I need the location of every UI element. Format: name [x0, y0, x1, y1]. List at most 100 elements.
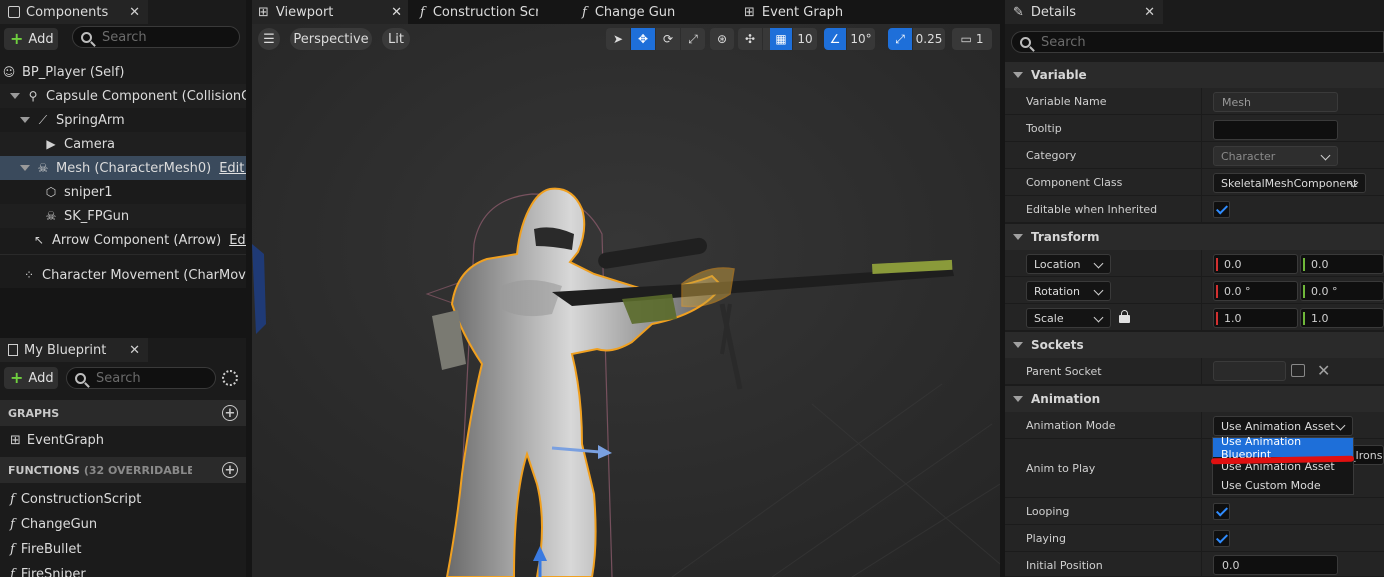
tab-construction-script[interactable]: f Construction Script [414, 0, 570, 24]
rotation-y-input[interactable]: 0.0 ° [1300, 281, 1384, 301]
capsule-icon: ⚲ [28, 89, 38, 103]
movement-icon: ⁘ [23, 268, 35, 282]
y-axis-marker [1303, 285, 1305, 298]
my-blueprint-search-input[interactable]: Search [66, 367, 216, 389]
tab-event-graph[interactable]: ⊞ Event Graph [738, 0, 894, 24]
row-label: Component Class [1026, 176, 1123, 189]
edit-in-cpp-link[interactable]: Edit in C++ [219, 161, 246, 176]
parent-socket-input[interactable] [1213, 361, 1286, 381]
close-icon[interactable]: ✕ [391, 5, 402, 20]
camera-speed-label: 1 [975, 32, 984, 46]
editable-inherited-checkbox[interactable] [1213, 201, 1230, 218]
add-function-icon[interactable]: + [222, 462, 238, 478]
rotation-snap-icon[interactable]: ∠ [824, 28, 846, 50]
tab-details[interactable]: ✎ Details ✕ [1005, 0, 1163, 24]
category-combobox[interactable]: Character [1213, 146, 1338, 166]
graph-item-eventgraph[interactable]: ⊞ EventGraph [0, 428, 246, 452]
expand-arrow-icon[interactable] [10, 93, 20, 99]
divider [1201, 196, 1202, 222]
tab-components[interactable]: Components ✕ [0, 0, 148, 24]
scale-snap-value[interactable]: 0.25 [913, 28, 945, 50]
tree-item-springarm[interactable]: ⟋ SpringArm [0, 108, 246, 132]
row-label: Playing [1026, 532, 1066, 545]
tree-item-capsule[interactable]: ⚲ Capsule Component (CollisionCylinder) [0, 84, 246, 108]
add-blueprint-item-button[interactable]: + Add [4, 367, 58, 389]
tree-item-camera[interactable]: ▶ Camera [0, 132, 246, 156]
hamburger-menu-icon[interactable]: ☰ [258, 28, 280, 50]
location-y-input[interactable]: 0.0 [1300, 254, 1384, 274]
components-search-input[interactable]: Search [72, 26, 240, 48]
add-component-button[interactable]: + Add [4, 28, 58, 50]
scale-tool-icon[interactable]: ⤢ [681, 28, 705, 50]
scale-snap-icon[interactable]: ⤢ [888, 28, 912, 50]
perspective-button[interactable]: Perspective [290, 28, 372, 50]
scale-mode-combobox[interactable]: Scale [1026, 308, 1111, 328]
tree-item-self[interactable]: ☺ BP_Player (Self) [0, 60, 246, 84]
component-class-combobox[interactable]: SkeletalMeshComponent [1213, 173, 1366, 193]
tab-viewport[interactable]: ⊞ Viewport ✕ [252, 0, 408, 24]
select-tool-icon[interactable]: ➤ [606, 28, 630, 50]
tab-my-blueprint[interactable]: My Blueprint ✕ [0, 338, 148, 362]
option-use-custom-mode[interactable]: Use Custom Mode [1213, 476, 1353, 495]
function-icon: f [10, 491, 15, 507]
scale-y-input[interactable]: 1.0 [1300, 308, 1384, 328]
section-animation[interactable]: Animation [1005, 386, 1384, 412]
rotation-mode-combobox[interactable]: Rotation [1026, 281, 1111, 301]
animation-mode-combobox[interactable]: Use Animation Asset [1213, 416, 1353, 436]
rotate-tool-icon[interactable]: ⟳ [656, 28, 680, 50]
world-local-icon[interactable]: ⊛ [710, 28, 734, 50]
function-item[interactable]: f ConstructionScript [0, 487, 246, 511]
gear-icon[interactable] [222, 370, 238, 386]
browse-socket-icon[interactable] [1291, 364, 1305, 377]
row-label: Animation Mode [1026, 419, 1116, 432]
viewport-scene[interactable] [252, 24, 1000, 577]
function-item[interactable]: f ChangeGun [0, 512, 246, 536]
functions-section-header[interactable]: FUNCTIONS (32 OVERRIDABLE) + [0, 457, 246, 483]
lit-button[interactable]: Lit [382, 28, 410, 50]
translate-tool-icon[interactable]: ✥ [631, 28, 655, 50]
add-graph-icon[interactable]: + [222, 405, 238, 421]
location-x-input[interactable]: 0.0 [1213, 254, 1298, 274]
section-variable[interactable]: Variable [1005, 62, 1384, 88]
close-icon[interactable]: ✕ [129, 343, 140, 358]
close-icon[interactable]: ✕ [1144, 5, 1155, 20]
tree-item-arrow[interactable]: ↖ Arrow Component (Arrow) Edit in C++ [0, 228, 246, 252]
viewport-icon: ⊞ [258, 4, 269, 20]
function-item[interactable]: f FireSniper [0, 562, 246, 577]
tree-item-mesh[interactable]: ☠ Mesh (CharacterMesh0) Edit in C++ [0, 156, 246, 180]
tree-item-sniper1[interactable]: ⬡ sniper1 [0, 180, 246, 204]
surface-snap-icon[interactable]: ✣ [738, 28, 762, 50]
tab-label: Viewport [275, 4, 334, 20]
graphs-section-header[interactable]: GRAPHS + [0, 400, 246, 426]
playing-checkbox[interactable] [1213, 530, 1230, 547]
clear-icon[interactable]: ✕ [1317, 361, 1330, 380]
location-mode-combobox[interactable]: Location [1026, 254, 1111, 274]
details-search-input[interactable]: Search [1011, 31, 1384, 53]
tree-item-character-movement[interactable]: ⁘ Character Movement (CharMoveComp) [0, 263, 246, 287]
tree-item-skfpgun[interactable]: ☠ SK_FPGun [0, 204, 246, 228]
tooltip-input[interactable] [1213, 120, 1338, 140]
lock-icon[interactable] [1119, 310, 1130, 323]
edit-in-cpp-link[interactable]: Edit in C++ [229, 233, 246, 248]
initial-position-input[interactable]: 0.0 [1213, 555, 1338, 575]
divider [1201, 358, 1202, 384]
rotation-x-input[interactable]: 0.0 ° [1213, 281, 1298, 301]
function-item[interactable]: f FireBullet [0, 537, 246, 561]
scale-x-input[interactable]: 1.0 [1213, 308, 1298, 328]
rotation-snap-value[interactable]: 10° [847, 28, 875, 50]
close-icon[interactable]: ✕ [129, 5, 140, 20]
viewport[interactable]: ☰ Perspective Lit ➤ ✥ ⟳ ⤢ ⊛ ✣ ⚙ ▦ 10 ∠ 1… [252, 24, 1000, 577]
expand-arrow-icon[interactable] [20, 165, 30, 171]
section-sockets[interactable]: Sockets [1005, 332, 1384, 358]
expand-arrow-icon[interactable] [20, 117, 30, 123]
row-editable-inherited: Editable when Inherited [1005, 196, 1384, 223]
camera-speed-button[interactable]: ▭ 1 [952, 28, 992, 50]
tab-change-gun[interactable]: f Change Gun [576, 0, 732, 24]
grid-snap-icon[interactable]: ▦ [770, 28, 792, 50]
grid-snap-value[interactable]: 10 [793, 28, 817, 50]
looping-checkbox[interactable] [1213, 503, 1230, 520]
option-use-animation-blueprint[interactable]: Use Animation Blueprint [1213, 435, 1353, 461]
variable-name-input[interactable]: Mesh [1213, 92, 1338, 112]
skeleton-icon: ☠ [37, 161, 49, 175]
section-transform[interactable]: Transform [1005, 224, 1384, 250]
